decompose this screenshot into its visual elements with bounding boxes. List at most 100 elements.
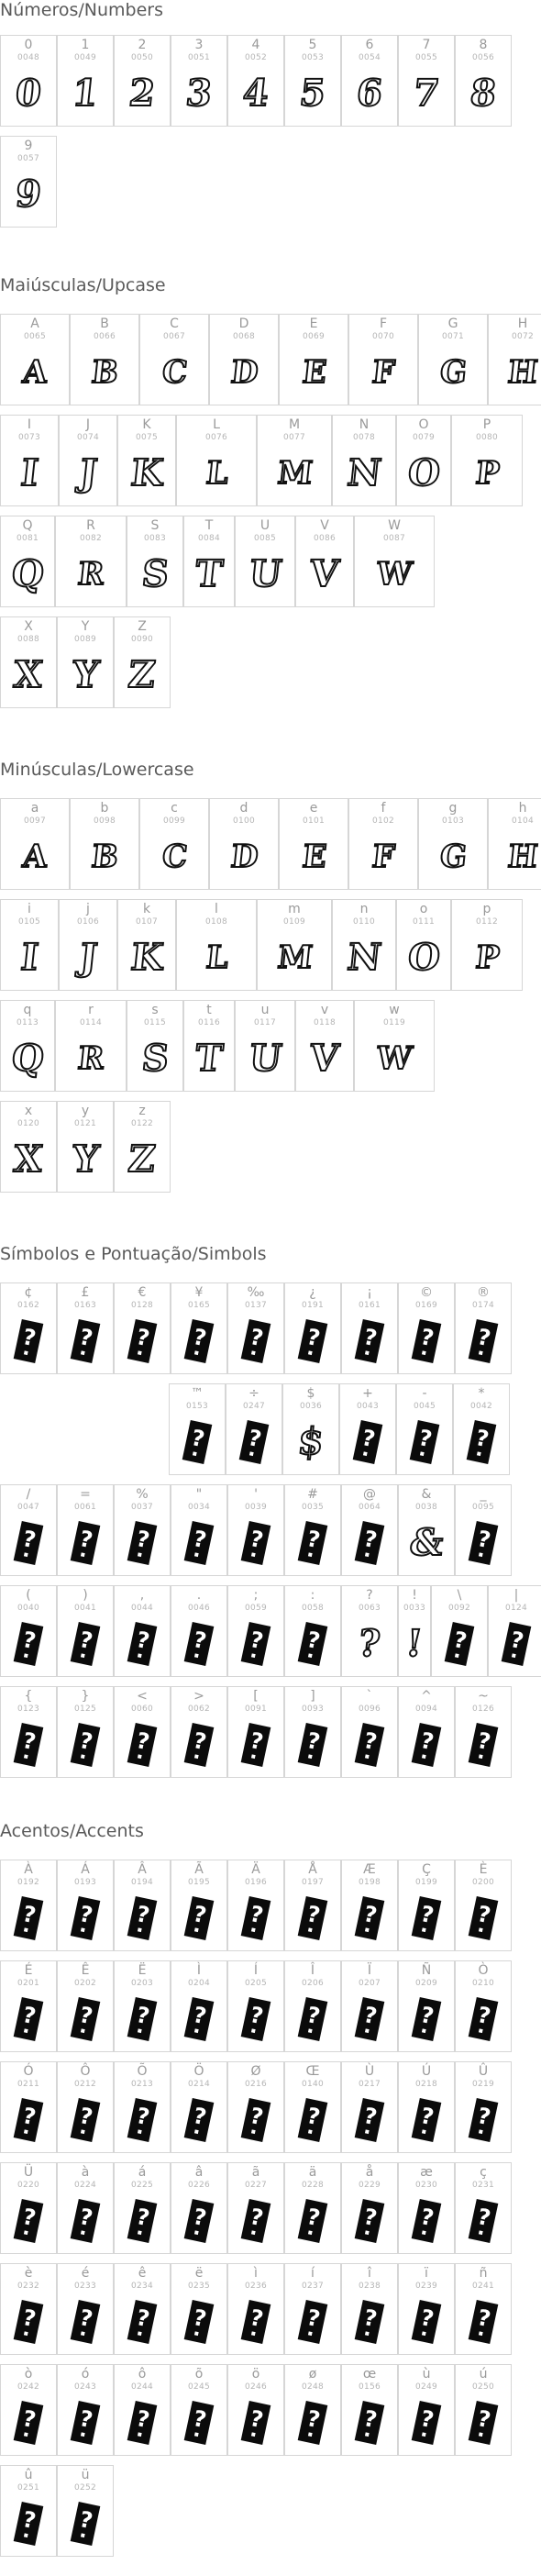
glyph-code: 0044 bbox=[130, 1604, 154, 1613]
glyph-cell: Ñ 0209 bbox=[398, 1960, 455, 2052]
glyph-label: * bbox=[478, 1386, 485, 1401]
glyph-sample bbox=[285, 2191, 340, 2250]
glyph-sample-text: W bbox=[374, 555, 414, 594]
glyph-code: 0094 bbox=[414, 1704, 438, 1714]
glyph-code: 0247 bbox=[242, 1402, 266, 1411]
glyph-sample-text: Y bbox=[69, 1137, 102, 1182]
glyph-sample-text: K bbox=[127, 935, 166, 980]
glyph-sample-text: T bbox=[193, 551, 226, 596]
glyph-code: 0039 bbox=[244, 1503, 268, 1512]
glyph-sample bbox=[399, 2292, 454, 2351]
glyph-sample bbox=[58, 1311, 113, 1371]
glyph-code: 0102 bbox=[371, 816, 395, 826]
glyph-cell: u 0117 U bbox=[235, 1000, 295, 1092]
glyph-code: 0228 bbox=[301, 2181, 325, 2190]
glyph-sample bbox=[58, 1989, 113, 2049]
missing-glyph-icon bbox=[409, 1419, 440, 1464]
glyph-label: Ú bbox=[421, 2064, 432, 2079]
missing-glyph-icon bbox=[354, 1722, 385, 1767]
glyph-cell: <0060 bbox=[114, 1686, 171, 1778]
glyph-code: 0069 bbox=[302, 332, 326, 341]
glyph-sample: B bbox=[71, 827, 138, 886]
glyph-label: Æ bbox=[363, 1862, 376, 1877]
glyph-cell: Ç 0199 bbox=[398, 1860, 455, 1951]
glyph-cell: r 0114 R bbox=[55, 1000, 127, 1092]
missing-glyph-icon bbox=[411, 1318, 442, 1363]
glyph-sample-text: J bbox=[76, 450, 100, 495]
glyph-code: 0116 bbox=[197, 1018, 221, 1027]
glyph-sample-text: & bbox=[407, 1520, 447, 1565]
glyph-code: 0137 bbox=[244, 1301, 268, 1310]
glyph-code: 0128 bbox=[130, 1301, 154, 1310]
glyph-code: 0231 bbox=[471, 2181, 495, 2190]
missing-glyph-icon bbox=[183, 1621, 215, 1666]
glyph-sample-text: T bbox=[193, 1036, 226, 1081]
glyph-cell: à 0224 bbox=[57, 2162, 114, 2254]
glyph-label: u bbox=[260, 1003, 270, 1017]
glyph-code: 0237 bbox=[301, 2282, 325, 2291]
glyph-code: 0242 bbox=[17, 2382, 40, 2392]
glyph-cell: d 0100 D bbox=[209, 798, 279, 890]
glyph-sample: X bbox=[1, 1129, 56, 1189]
glyph-sample: E bbox=[280, 342, 348, 402]
glyph-code: 0125 bbox=[73, 1704, 97, 1714]
glyph-sample: U bbox=[236, 544, 294, 604]
glyph-code: 0197 bbox=[301, 1878, 325, 1887]
glyph-cell: Û 0219 bbox=[455, 2061, 512, 2153]
glyph-sample bbox=[58, 2090, 113, 2149]
glyph-cell: ¥0165 bbox=[171, 1282, 227, 1374]
glyph-code: 0049 bbox=[73, 53, 97, 62]
glyph-label: Õ bbox=[137, 2064, 148, 2079]
glyph-sample: P bbox=[452, 443, 522, 503]
glyph-label: Ì bbox=[196, 1963, 202, 1978]
glyph-label: ~ bbox=[478, 1689, 489, 1704]
glyph-sample: Z bbox=[115, 645, 170, 705]
glyph-code: 0105 bbox=[17, 917, 41, 927]
missing-glyph-icon bbox=[411, 2198, 442, 2243]
glyph-cell: A 0065 A bbox=[0, 314, 70, 405]
glyph-code: 0200 bbox=[471, 1878, 495, 1887]
missing-glyph-icon bbox=[297, 1895, 328, 1940]
glyph-cell: O 0079 O bbox=[396, 415, 451, 506]
glyph-label: O bbox=[418, 417, 429, 432]
glyph-code: 0118 bbox=[313, 1018, 337, 1027]
glyph-code: 0042 bbox=[469, 1402, 493, 1411]
glyph-sample: A bbox=[1, 342, 69, 402]
glyph-cell: á 0225 bbox=[114, 2162, 171, 2254]
glyph-cell: g 0103 G bbox=[418, 798, 488, 890]
glyph-sample: & bbox=[399, 1513, 454, 1572]
glyph-code: 0249 bbox=[414, 2382, 438, 2392]
glyph-cell: (0040 bbox=[0, 1585, 57, 1677]
glyph-label: Â bbox=[138, 1862, 147, 1877]
glyph-code: 0192 bbox=[17, 1878, 40, 1887]
glyph-sample-text: F bbox=[370, 838, 396, 876]
glyph-label: o bbox=[419, 902, 428, 916]
glyph-code: 0229 bbox=[358, 2181, 381, 2190]
glyph-code: 0217 bbox=[358, 2080, 381, 2089]
missing-glyph-icon bbox=[466, 1419, 497, 1464]
glyph-code: 0103 bbox=[441, 816, 465, 826]
glyph-code: 0153 bbox=[185, 1402, 209, 1411]
glyph-sample bbox=[397, 1412, 452, 1471]
missing-glyph-icon bbox=[70, 1996, 101, 2041]
glyph-cell: ^ 0094 bbox=[398, 1686, 455, 1778]
glyph-label: Í bbox=[253, 1963, 259, 1978]
glyph-label: n bbox=[359, 902, 369, 916]
glyph-label: 2 bbox=[138, 38, 147, 52]
glyph-label: Î bbox=[310, 1963, 315, 1978]
glyph-cell: T 0084 T bbox=[183, 516, 235, 607]
missing-glyph-icon bbox=[127, 1621, 158, 1666]
glyph-sample bbox=[456, 1513, 511, 1572]
missing-glyph-icon bbox=[411, 2097, 442, 2142]
glyph-sample: C bbox=[140, 827, 208, 886]
glyph-cell: Ú 0218 bbox=[398, 2061, 455, 2153]
glyph-code: 0216 bbox=[244, 2080, 268, 2089]
glyph-code: 0245 bbox=[187, 2382, 211, 2392]
glyph-label: ™ bbox=[191, 1386, 204, 1401]
glyph-sample: 6 bbox=[342, 63, 397, 123]
glyph-sample bbox=[115, 2393, 170, 2452]
glyph-label: ¥ bbox=[194, 1285, 204, 1300]
glyph-cell: D 0068 D bbox=[209, 314, 279, 405]
glyph-code: 0098 bbox=[93, 816, 116, 826]
glyph-label: 5 bbox=[308, 38, 317, 52]
